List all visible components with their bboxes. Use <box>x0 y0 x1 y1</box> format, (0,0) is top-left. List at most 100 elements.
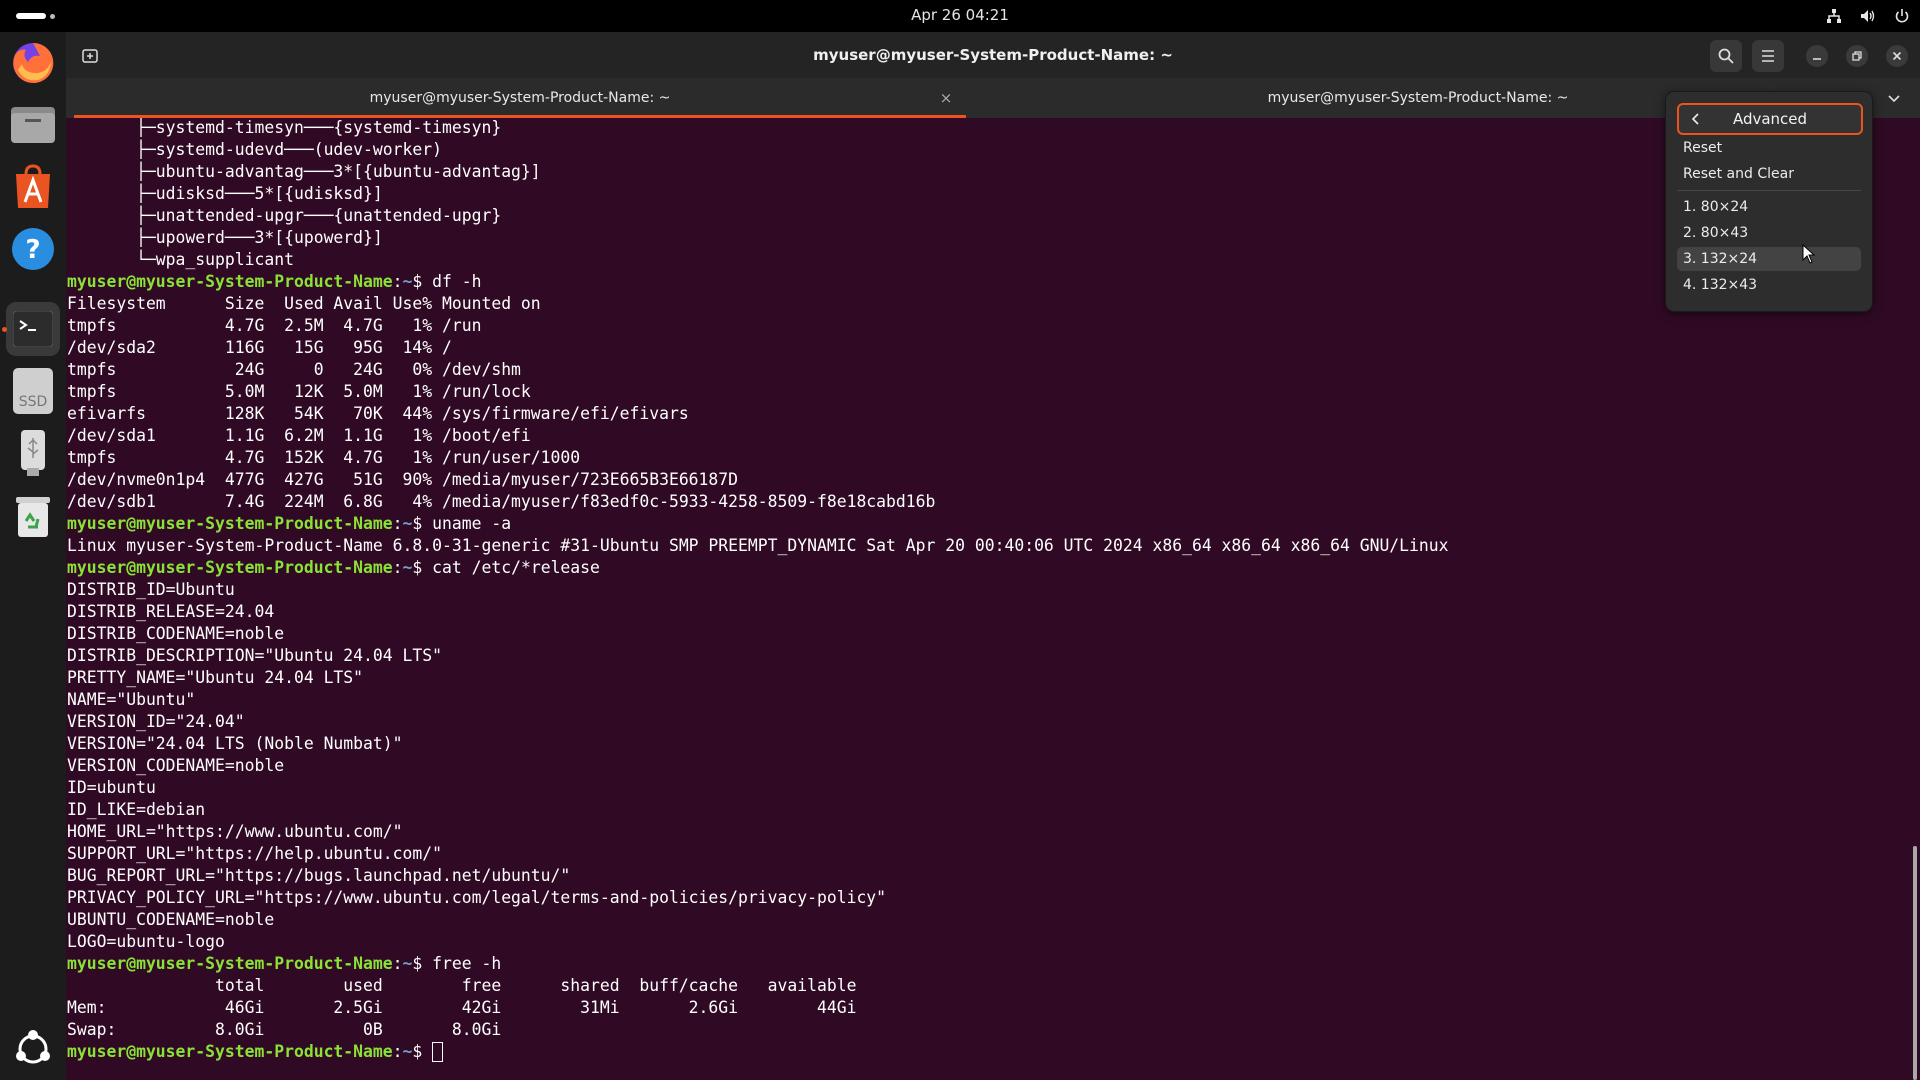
prompt-separator: : <box>392 1042 403 1061</box>
size-item-80x24[interactable]: 1. 80×24 <box>1677 195 1861 219</box>
size-item-80x43[interactable]: 2. 80×43 <box>1677 221 1861 245</box>
ssd-drive-icon: SSD <box>13 368 53 414</box>
output-line: /dev/sda2 116G 15G 95G 14% / <box>67 338 452 357</box>
prompt-path: ~ <box>402 558 413 577</box>
output-line: PRIVACY_POLICY_URL="https://www.ubuntu.c… <box>67 888 887 907</box>
output-line: ├─upowerd───3*[{upowerd}] <box>67 228 383 247</box>
prompt-symbol: $ <box>412 272 423 291</box>
output-line: Swap: 8.0Gi 0B 8.0Gi <box>67 1020 502 1039</box>
terminal-scrollbar[interactable] <box>1910 118 1920 1080</box>
output-line: UBUNTU_CODENAME=noble <box>67 910 275 929</box>
advanced-menu: Advanced Reset Reset and Clear 1. 80×24 … <box>1665 91 1873 312</box>
prompt-path: ~ <box>402 514 413 533</box>
minimize-icon <box>1813 58 1821 60</box>
output-line: VERSION_CODENAME=noble <box>67 756 285 775</box>
output-line: Filesystem Size Used Avail Use% Mounted … <box>67 294 541 313</box>
output-line: /dev/nvme0n1p4 477G 427G 51G 90% /media/… <box>67 470 739 489</box>
trash-launcher[interactable] <box>6 490 60 544</box>
close-button[interactable] <box>1886 45 1908 67</box>
output-line: VERSION_ID="24.04" <box>67 712 245 731</box>
tab-1[interactable]: myuser@myuser-System-Product-Name: ~ <box>74 78 966 118</box>
terminal-launcher[interactable] <box>6 302 60 356</box>
prompt-user: myuser@myuser-System-Product-Name <box>67 954 393 973</box>
command-text: uname -a <box>422 514 512 533</box>
prompt-user: myuser@myuser-System-Product-Name <box>67 1042 393 1061</box>
scrollbar-thumb[interactable] <box>1913 846 1917 1080</box>
terminal-window: myuser@myuser-System-Product-Name: ~ myu… <box>66 32 1920 1080</box>
running-indicator <box>2 327 7 332</box>
output-line: DISTRIB_ID=Ubuntu <box>67 580 235 599</box>
usb-drive-icon <box>21 430 45 476</box>
app-center-icon <box>16 164 50 208</box>
output-line: /dev/sda1 1.1G 6.2M 1.1G 1% /boot/efi <box>67 426 531 445</box>
terminal-icon <box>13 311 53 347</box>
reset-and-clear-item[interactable]: Reset and Clear <box>1677 162 1861 186</box>
svg-text:?: ? <box>25 235 40 265</box>
prompt-separator: : <box>392 514 403 533</box>
command-text <box>422 1042 432 1061</box>
reset-item[interactable]: Reset <box>1677 136 1861 160</box>
advanced-back-button[interactable]: Advanced <box>1677 103 1863 135</box>
usb-drive-launcher[interactable] <box>6 426 60 480</box>
trash-icon <box>16 497 50 537</box>
help-launcher[interactable]: ? <box>6 222 60 276</box>
firefox-launcher[interactable] <box>6 36 60 90</box>
terminal-output[interactable]: ├─systemd-timesyn───{systemd-timesyn} ├─… <box>66 118 1910 1080</box>
system-tray[interactable] <box>1826 6 1910 26</box>
size-item-132x43[interactable]: 4. 132×43 <box>1677 273 1861 297</box>
power-icon[interactable] <box>1894 8 1910 24</box>
terminal-cursor <box>432 1042 444 1062</box>
prompt-symbol: $ <box>412 558 423 577</box>
output-line: BUG_REPORT_URL="https://bugs.launchpad.n… <box>67 866 571 885</box>
app-center-launcher[interactable] <box>6 160 60 214</box>
maximize-button[interactable] <box>1846 45 1868 67</box>
top-bar: Apr 26 04:21 <box>0 0 1920 32</box>
tab-list-button[interactable] <box>1886 90 1906 106</box>
output-line: tmpfs 24G 0 24G 0% /dev/shm <box>67 360 521 379</box>
prompt-line: myuser@myuser-System-Product-Name:~$ una… <box>67 513 1449 535</box>
output-line: /dev/sdb1 7.4G 224M 6.8G 4% /media/myuse… <box>67 492 936 511</box>
volume-icon[interactable] <box>1860 8 1876 24</box>
output-line: efivarfs 128K 54K 70K 44% /sys/firmware/… <box>67 404 689 423</box>
prompt-separator: : <box>392 954 403 973</box>
show-apps-icon <box>16 1030 50 1064</box>
tab-bar: myuser@myuser-System-Product-Name: ~ × m… <box>66 78 1920 118</box>
output-line: ├─udisksd───5*[{udisksd}] <box>67 184 383 203</box>
show-apps-button[interactable] <box>6 1022 60 1076</box>
clock[interactable]: Apr 26 04:21 <box>0 0 1920 32</box>
output-line: HOME_URL="https://www.ubuntu.com/" <box>67 822 403 841</box>
mouse-pointer-icon <box>1802 244 1816 264</box>
output-line: Linux myuser-System-Product-Name 6.8.0-3… <box>67 536 1449 555</box>
prompt-line: myuser@myuser-System-Product-Name:~$ <box>67 1041 1449 1063</box>
search-icon <box>1718 48 1734 64</box>
command-text: cat /etc/*release <box>422 558 600 577</box>
header-bar[interactable]: myuser@myuser-System-Product-Name: ~ <box>66 32 1920 78</box>
terminal-lines: ├─systemd-timesyn───{systemd-timesyn} ├─… <box>67 118 1449 1063</box>
output-line: tmpfs 4.7G 2.5M 4.7G 1% /run <box>67 316 482 335</box>
firefox-icon <box>13 42 54 83</box>
output-line: DISTRIB_DESCRIPTION="Ubuntu 24.04 LTS" <box>67 646 442 665</box>
output-line: PRETTY_NAME="Ubuntu 24.04 LTS" <box>67 668 364 687</box>
search-button[interactable] <box>1710 40 1742 72</box>
prompt-line: myuser@myuser-System-Product-Name:~$ df … <box>67 271 1449 293</box>
close-icon <box>1892 51 1902 61</box>
ssd-drive-launcher[interactable]: SSD <box>6 364 60 418</box>
menu-button[interactable] <box>1752 40 1784 72</box>
command-text: free -h <box>422 954 502 973</box>
command-text: df -h <box>422 272 482 291</box>
output-line: ├─unattended-upgr───{unattended-upgr} <box>67 206 502 225</box>
window-title: myuser@myuser-System-Product-Name: ~ <box>813 46 1173 64</box>
menu-title: Advanced <box>1732 110 1808 128</box>
output-line: tmpfs 5.0M 12K 5.0M 1% /run/lock <box>67 382 531 401</box>
output-line: DISTRIB_CODENAME=noble <box>67 624 285 643</box>
network-icon[interactable] <box>1826 8 1842 24</box>
prompt-user: myuser@myuser-System-Product-Name <box>67 514 393 533</box>
size-item-132x24[interactable]: 3. 132×24 <box>1677 247 1861 271</box>
prompt-path: ~ <box>402 954 413 973</box>
prompt-path: ~ <box>402 272 413 291</box>
output-line: ├─ubuntu-advantag───3*[{ubuntu-advantag}… <box>67 162 541 181</box>
tab-1-close-icon[interactable]: × <box>936 88 956 108</box>
minimize-button[interactable] <box>1806 45 1828 67</box>
files-launcher[interactable] <box>6 98 60 152</box>
output-line: total used free shared buff/cache availa… <box>67 976 857 995</box>
